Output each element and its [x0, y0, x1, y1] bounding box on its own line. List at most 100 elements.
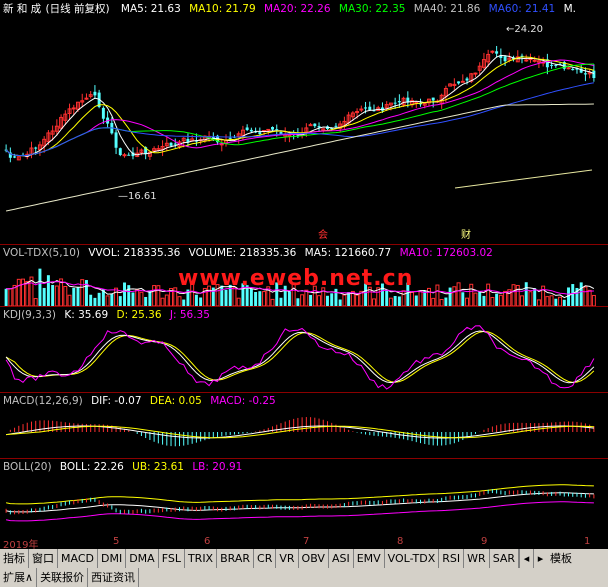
macd-dif-line	[6, 425, 594, 439]
macd-title: MACD(12,26,9)	[3, 395, 83, 407]
volume-bar	[511, 284, 516, 306]
volume-bar	[114, 287, 119, 306]
candle	[571, 68, 575, 71]
candle	[122, 154, 127, 157]
volume-bar	[330, 293, 334, 306]
volume-bar	[495, 293, 499, 306]
volume-bar	[194, 294, 198, 306]
boll-chart[interactable]	[0, 474, 608, 534]
chart-mode: (日线 前复权)	[45, 3, 110, 15]
volume-bar	[12, 284, 17, 306]
tab-template[interactable]: 模板	[547, 549, 575, 568]
tab-rsi[interactable]: RSI	[439, 549, 465, 568]
tab-fsl[interactable]: FSL	[159, 549, 185, 568]
boll-lower-line	[6, 501, 594, 522]
candle	[473, 72, 478, 75]
tab-xizheng-news[interactable]: 西证资讯	[88, 568, 140, 587]
candle	[34, 147, 38, 149]
volume-bar	[465, 297, 470, 306]
volume-bar	[545, 296, 550, 306]
boll-header: BOLL(20) BOLL: 22.26 UB: 23.61 LB: 20.91	[3, 460, 247, 474]
candle	[550, 64, 554, 66]
tab-wr[interactable]: WR	[464, 549, 490, 568]
volume-bar	[262, 291, 267, 306]
tab-sar[interactable]: SAR	[490, 549, 520, 568]
tab-brar[interactable]: BRAR	[217, 549, 255, 568]
volume-bar	[490, 296, 495, 306]
volume-bar	[80, 279, 85, 306]
candle	[84, 97, 89, 100]
volume-bar	[587, 289, 592, 306]
ma60-value: MA60: 21.41	[488, 3, 556, 15]
volume-bar	[118, 296, 122, 306]
volume-bar	[410, 291, 415, 306]
tab-obv[interactable]: OBV	[299, 549, 329, 568]
kdj-title: KDJ(9,3,3)	[3, 309, 56, 321]
volume-bar	[473, 292, 478, 306]
ma10-line	[5, 56, 595, 157]
tab-window[interactable]: 窗口	[29, 549, 58, 568]
macd-chart[interactable]	[0, 408, 608, 456]
boll-upper-line	[6, 484, 594, 505]
volume-bar	[456, 282, 461, 306]
date-label: 5	[113, 536, 120, 547]
tab-emv[interactable]: EMV	[354, 549, 385, 568]
pane-separator	[0, 392, 608, 393]
tab-macd[interactable]: MACD	[58, 549, 98, 568]
candle	[583, 73, 587, 75]
volume-bar	[258, 291, 262, 306]
scroll-left-icon[interactable]: ◂	[519, 549, 534, 568]
date-label: 9	[481, 536, 488, 547]
candle	[393, 102, 397, 104]
kdj-chart[interactable]	[0, 322, 608, 392]
volume-bar	[51, 284, 55, 306]
scroll-right-icon[interactable]: ▸	[533, 549, 548, 568]
boll-ub-value: UB: 23.61	[132, 461, 184, 473]
tab-related-quotes[interactable]: 关联报价	[37, 568, 89, 587]
tab-dma[interactable]: DMA	[126, 549, 159, 568]
candle	[495, 51, 499, 54]
volume-bar	[8, 288, 13, 306]
volume-bar	[554, 298, 558, 306]
candle	[308, 124, 313, 127]
candle	[228, 137, 232, 139]
candle	[287, 134, 292, 137]
candle	[71, 107, 76, 110]
tab-asi[interactable]: ASI	[329, 549, 354, 568]
tab-trix[interactable]: TRIX	[185, 549, 218, 568]
volume-bar	[199, 297, 203, 306]
volume-bar	[279, 297, 283, 306]
tab-expand[interactable]: 扩展∧	[0, 568, 38, 587]
tab-indicators[interactable]: 指标	[0, 549, 29, 568]
vvol-value: VVOL: 218335.36	[88, 247, 181, 259]
tab-cr[interactable]: CR	[254, 549, 277, 568]
candle	[101, 107, 105, 119]
volume-bar	[270, 298, 275, 306]
volume-bar	[33, 298, 38, 306]
ma5-line	[5, 54, 595, 158]
volume-bar	[326, 295, 329, 306]
volume-bar	[16, 278, 21, 306]
price-chart[interactable]: ←24.20 —16.61 会 财	[0, 16, 608, 243]
ma-more[interactable]: M.	[564, 3, 576, 15]
volume-bar	[579, 282, 583, 306]
volume-bar	[254, 291, 258, 306]
tab-vol-tdx[interactable]: VOL-TDX	[385, 549, 440, 568]
volume-bar	[486, 283, 491, 306]
candle	[364, 107, 368, 109]
tab-vr[interactable]: VR	[276, 549, 299, 568]
vol-header: VOL-TDX(5,10) VVOL: 218335.36 VOLUME: 21…	[3, 246, 498, 260]
candle	[114, 132, 118, 148]
candle	[266, 128, 271, 131]
ma30-value: MA30: 22.35	[338, 3, 406, 15]
candle	[93, 91, 97, 96]
pane-separator	[0, 458, 608, 459]
tab-dmi[interactable]: DMI	[98, 549, 127, 568]
candle	[127, 154, 131, 156]
vol-title: VOL-TDX(5,10)	[3, 247, 81, 259]
ma10-value: MA10: 21.79	[189, 3, 256, 15]
volume-bar	[156, 285, 161, 306]
volume-bar	[46, 275, 50, 306]
candle	[524, 59, 529, 62]
candle	[503, 56, 507, 62]
